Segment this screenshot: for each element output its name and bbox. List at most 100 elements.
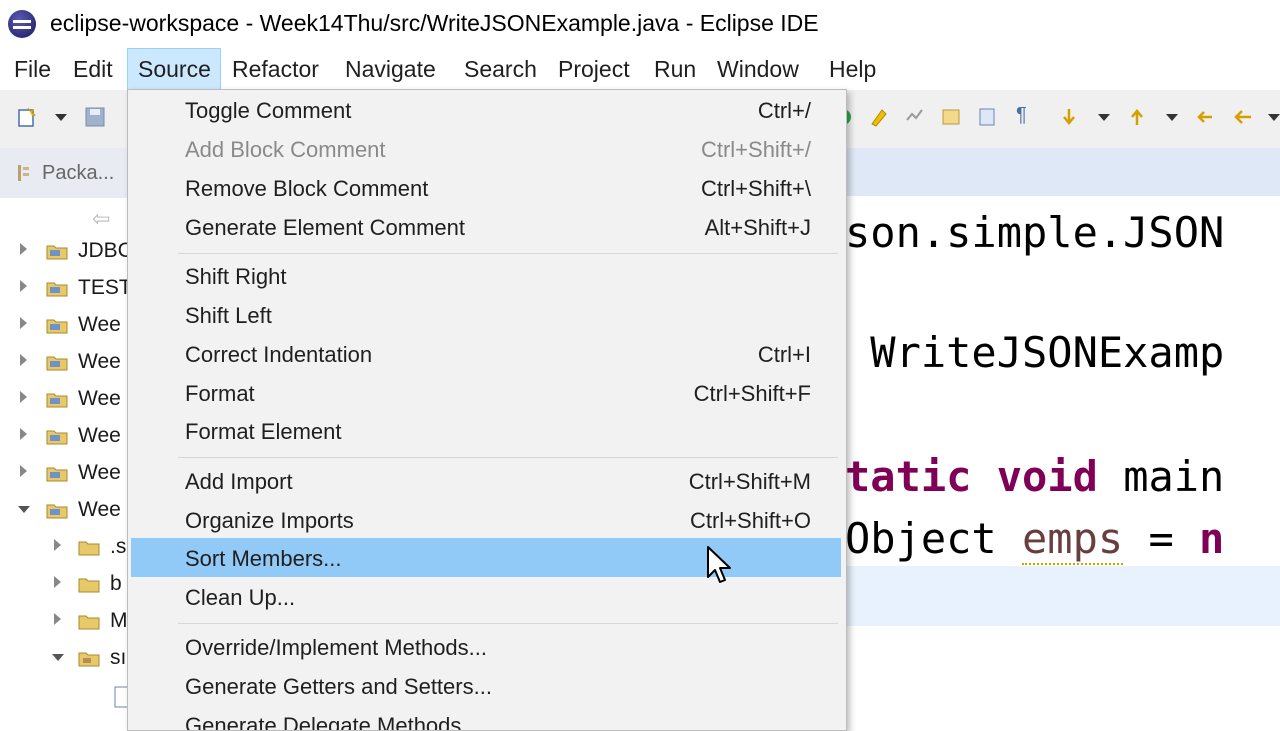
- tree-item[interactable]: Wee: [0, 308, 130, 345]
- menu-item-generate-getters-setters[interactable]: Generate Getters and Setters...: [131, 668, 841, 706]
- menu-item-generate-element-comment[interactable]: Generate Element Comment Alt+Shift+J: [131, 209, 841, 247]
- tree-item[interactable]: Wee: [0, 493, 130, 530]
- variable-emps: emps: [1022, 514, 1124, 565]
- expand-chevron-icon[interactable]: [54, 576, 61, 588]
- save-icon[interactable]: [84, 106, 106, 128]
- expand-chevron-icon[interactable]: [20, 280, 27, 292]
- tree-item[interactable]: b: [0, 567, 130, 604]
- expand-chevron-icon[interactable]: [20, 243, 27, 255]
- menu-help[interactable]: Help: [819, 48, 886, 90]
- menu-item-format[interactable]: Format Ctrl+Shift+F: [131, 375, 841, 413]
- menu-item-label: Shift Right: [185, 264, 287, 289]
- toggle-mark-icon[interactable]: [904, 106, 926, 128]
- expand-chevron-icon[interactable]: [20, 317, 27, 329]
- package-explorer-tab[interactable]: Packa...: [0, 148, 130, 198]
- breadcrumb-icon[interactable]: [940, 106, 962, 128]
- collapse-chevron-icon[interactable]: [52, 654, 64, 661]
- prev-annotation-dropdown-icon[interactable]: [1166, 114, 1178, 121]
- menu-item-label: Clean Up...: [185, 585, 296, 610]
- tree-item[interactable]: Wee: [0, 419, 130, 456]
- tree-item[interactable]: TEST: [0, 271, 132, 308]
- collapse-back-icon[interactable]: ⇦: [92, 206, 110, 232]
- menu-item-shortcut: Ctrl+/: [757, 98, 811, 123]
- menu-item-shortcut: Ctrl+Shift+/: [700, 137, 811, 162]
- project-folder-icon: [46, 504, 68, 519]
- menu-project[interactable]: Project: [548, 48, 640, 90]
- menu-item-shift-right[interactable]: Shift Right: [131, 258, 841, 296]
- menu-item-sort-members[interactable]: Sort Members...: [131, 538, 841, 577]
- block-select-icon[interactable]: [976, 106, 998, 128]
- menu-item-organize-imports[interactable]: Organize Imports Ctrl+Shift+O: [131, 502, 841, 540]
- expand-chevron-icon[interactable]: [20, 354, 27, 366]
- code-line-main: tatic void main: [845, 452, 1224, 501]
- tree-item[interactable]: Wee: [0, 456, 130, 493]
- menu-item-override-implement[interactable]: Override/Implement Methods...: [131, 629, 841, 667]
- menu-window[interactable]: Window: [707, 48, 809, 90]
- menu-item-shortcut: Ctrl+Shift+F: [693, 381, 811, 406]
- menu-run[interactable]: Run: [644, 48, 706, 90]
- prev-annotation-icon[interactable]: [1126, 106, 1148, 128]
- show-whitespace-icon[interactable]: ¶: [1016, 104, 1027, 127]
- expand-chevron-icon[interactable]: [54, 539, 61, 551]
- tree-item[interactable]: Wee: [0, 345, 130, 382]
- tree-item-label: b: [110, 572, 122, 595]
- tree-item-label: Wee: [78, 424, 121, 447]
- project-folder-icon: [46, 282, 68, 297]
- folder-icon: [78, 615, 100, 630]
- menu-item-toggle-comment[interactable]: Toggle Comment Ctrl+/: [131, 92, 841, 130]
- keyword-new: n: [1199, 514, 1225, 563]
- menu-item-shift-left[interactable]: Shift Left: [131, 297, 841, 335]
- menu-item-format-element[interactable]: Format Element: [131, 413, 841, 451]
- tree-item[interactable]: M: [0, 604, 130, 641]
- menu-item-label: Generate Element Comment: [185, 215, 466, 240]
- expand-chevron-icon[interactable]: [20, 465, 27, 477]
- menu-item-label: Shift Left: [185, 303, 272, 328]
- menu-item-shortcut: Ctrl+Shift+O: [689, 508, 811, 533]
- menu-refactor[interactable]: Refactor: [222, 48, 329, 90]
- assign-operator: =: [1123, 514, 1200, 563]
- tree-item-label: TEST: [78, 276, 132, 299]
- tree-item[interactable]: JDBC: [0, 234, 133, 271]
- menu-file[interactable]: File: [4, 48, 61, 90]
- next-annotation-dropdown-icon[interactable]: [1098, 114, 1110, 121]
- menu-item-clean-up[interactable]: Clean Up...: [131, 579, 841, 617]
- menu-search[interactable]: Search: [454, 48, 547, 90]
- new-icon[interactable]: [16, 106, 38, 128]
- tree-item[interactable]: sı: [0, 641, 130, 678]
- menu-source[interactable]: Source: [127, 48, 221, 90]
- keyword-static: tatic: [845, 452, 972, 501]
- menu-item-label: Toggle Comment: [185, 98, 352, 123]
- menu-item-shortcut: Ctrl+Shift+\: [700, 176, 811, 201]
- new-dropdown-icon[interactable]: [55, 114, 67, 121]
- tree-item-label: Wee: [78, 461, 121, 484]
- tree-item-label: Wee: [78, 313, 121, 336]
- editor-tab-strip: [845, 148, 1280, 196]
- menu-item-generate-delegate[interactable]: Generate Delegate Methods...: [131, 707, 841, 730]
- menu-edit[interactable]: Edit: [63, 48, 123, 90]
- highlight-icon[interactable]: [868, 106, 890, 128]
- source-folder-icon: [78, 652, 100, 667]
- tree-item[interactable]: Wee: [0, 382, 130, 419]
- back-icon[interactable]: [1232, 106, 1254, 128]
- code-editor[interactable]: son.simple.JSON WriteJSONExamp tatic voi…: [845, 148, 1280, 720]
- next-annotation-icon[interactable]: [1058, 106, 1080, 128]
- tree-item-label: Wee: [78, 387, 121, 410]
- expand-chevron-icon[interactable]: [20, 391, 27, 403]
- menu-navigate[interactable]: Navigate: [335, 48, 446, 90]
- expand-chevron-icon[interactable]: [20, 428, 27, 440]
- tree-item[interactable]: .s: [0, 530, 130, 567]
- last-edit-location-icon[interactable]: [1194, 106, 1216, 128]
- menu-item-label: Add Import: [185, 469, 293, 494]
- expand-chevron-icon[interactable]: [54, 613, 61, 625]
- window-title: eclipse-workspace - Week14Thu/src/WriteJ…: [50, 10, 819, 36]
- project-folder-icon: [46, 356, 68, 371]
- menu-item-add-import[interactable]: Add Import Ctrl+Shift+M: [131, 463, 841, 501]
- menu-item-label: Format Element: [185, 419, 342, 444]
- current-line-highlight: [845, 566, 1280, 626]
- collapse-chevron-icon[interactable]: [18, 506, 30, 513]
- menu-item-shortcut: Ctrl+I: [757, 342, 811, 367]
- menu-item-remove-block-comment[interactable]: Remove Block Comment Ctrl+Shift+\: [131, 170, 841, 208]
- menu-item-correct-indentation[interactable]: Correct Indentation Ctrl+I: [131, 336, 841, 374]
- back-dropdown-icon[interactable]: [1268, 114, 1280, 121]
- keyword-void: void: [996, 452, 1098, 501]
